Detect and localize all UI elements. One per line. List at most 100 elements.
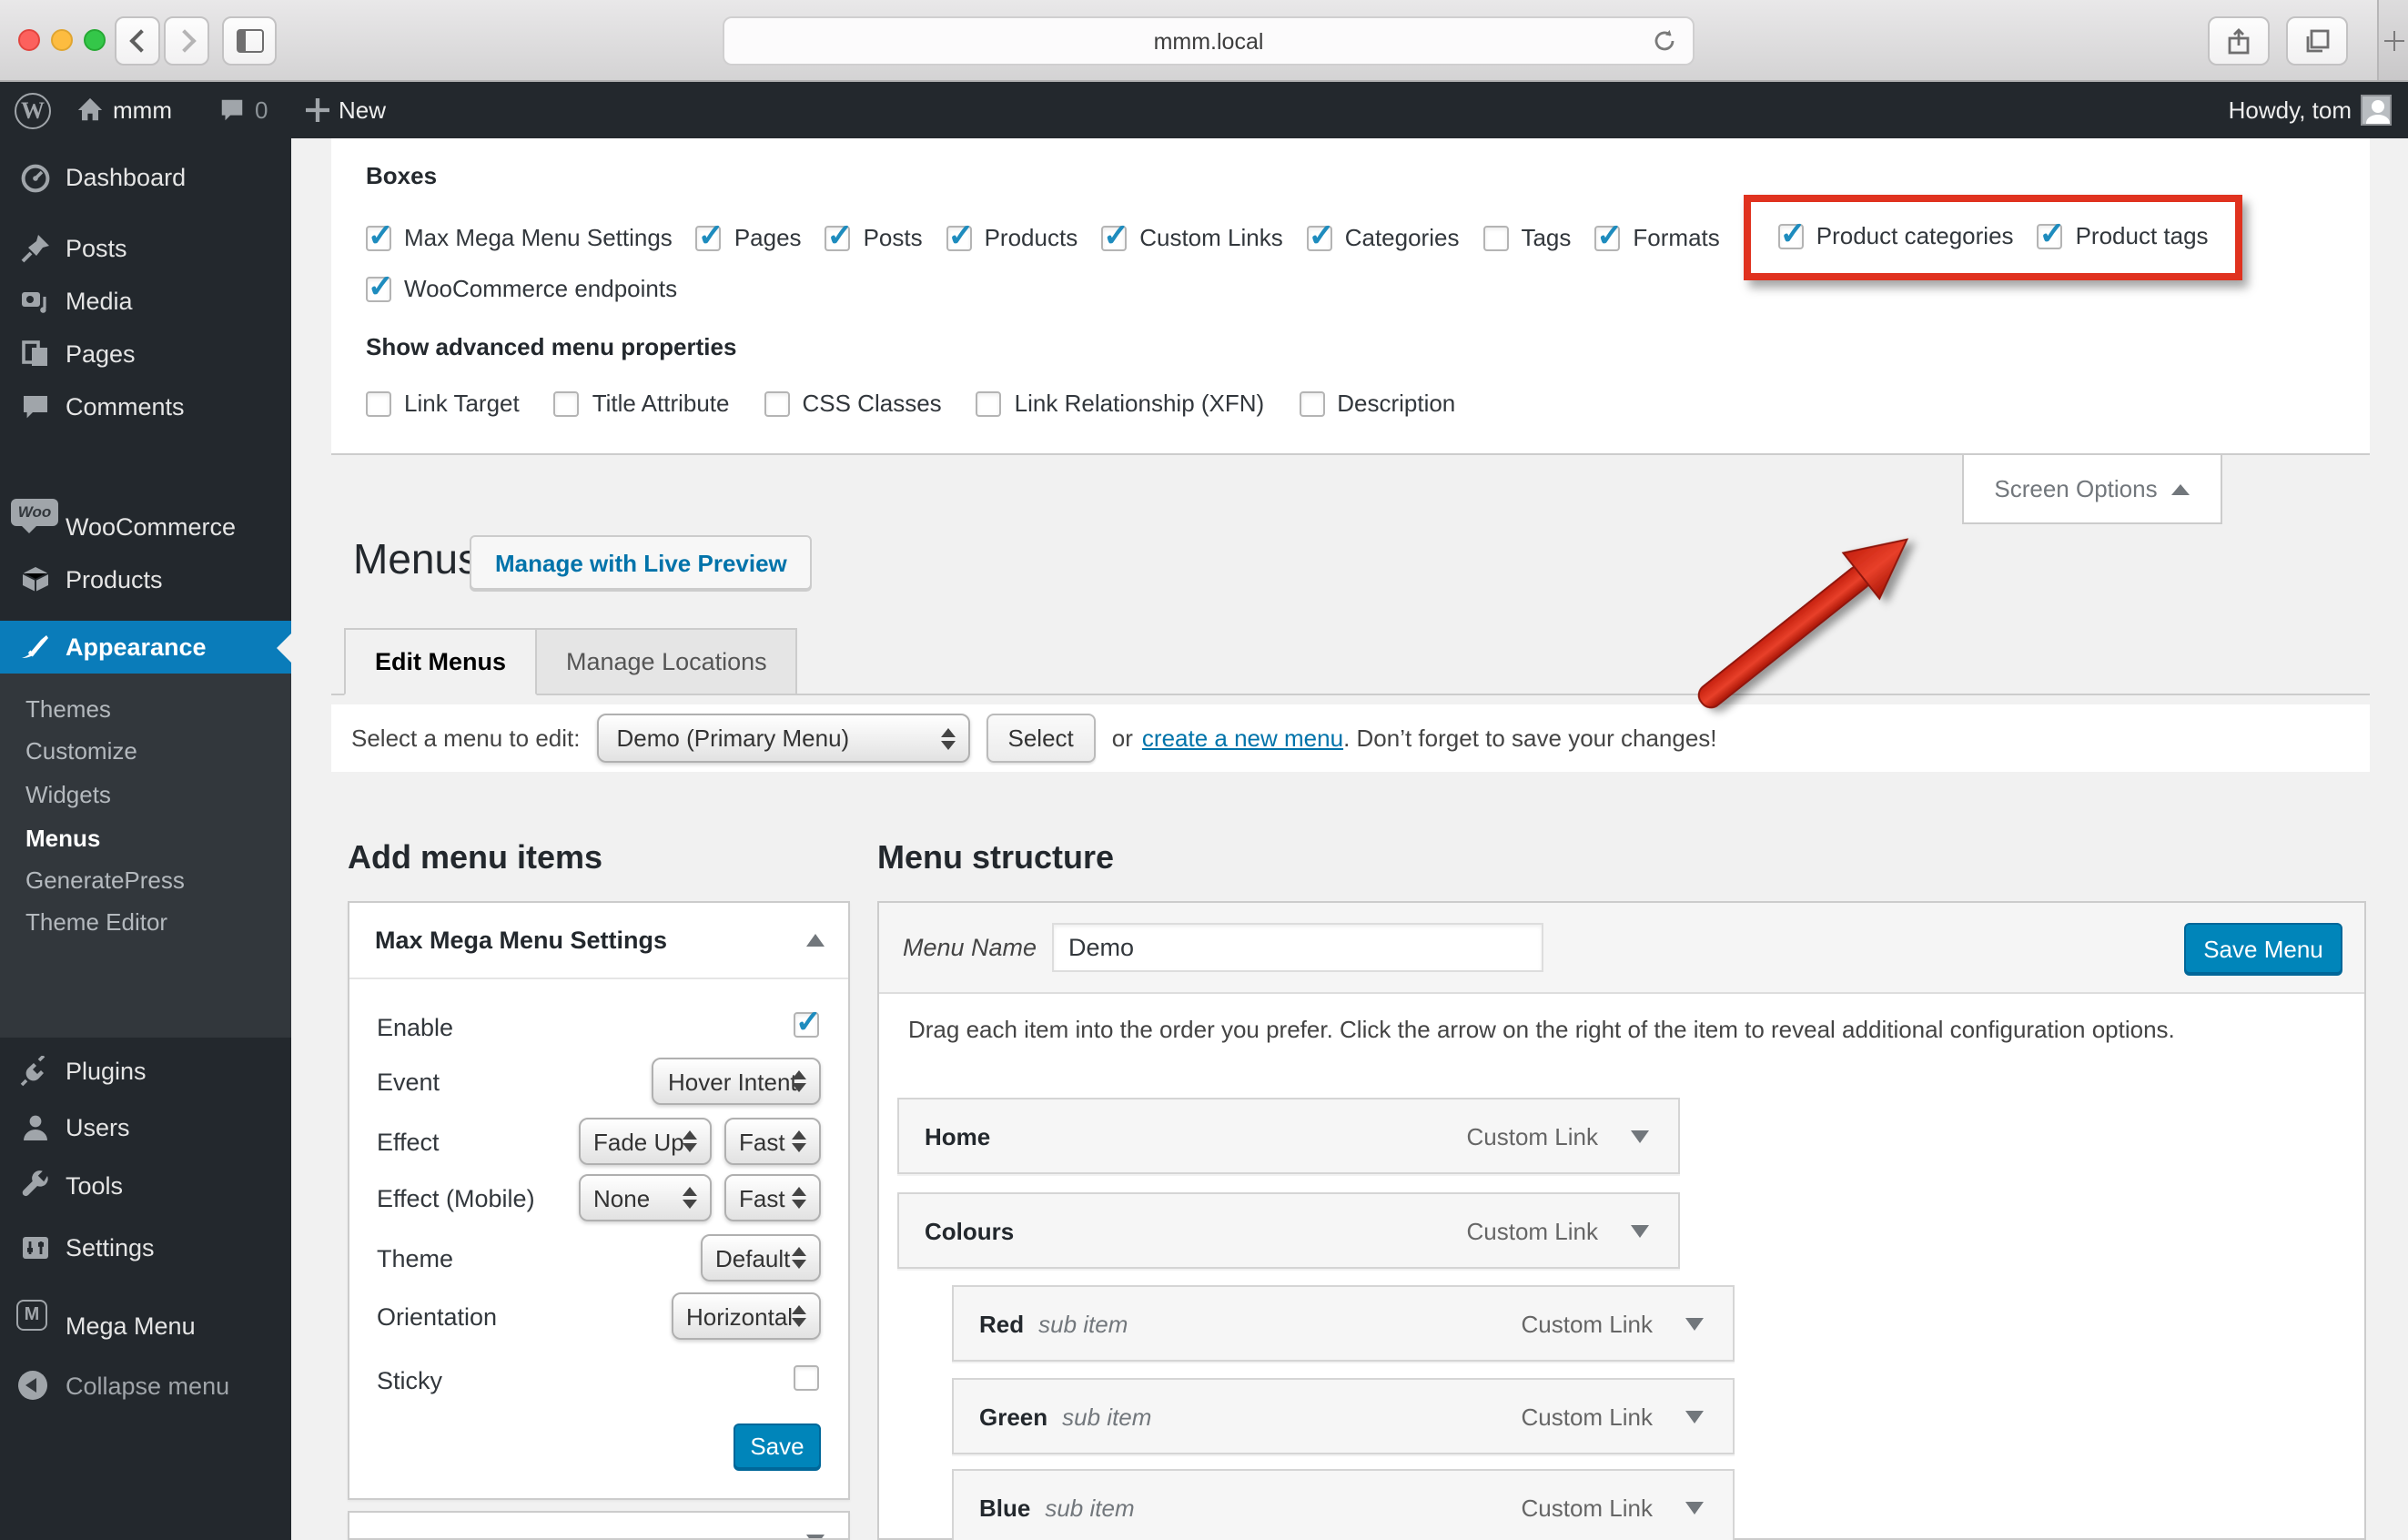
- zoom-window-button[interactable]: [84, 29, 106, 51]
- chevron-down-icon[interactable]: [1685, 1502, 1704, 1515]
- sidebar-item-media[interactable]: Media: [0, 275, 291, 326]
- pages-panel[interactable]: Pages: [348, 1511, 850, 1540]
- forward-button[interactable]: [164, 16, 209, 66]
- create-new-menu-link[interactable]: create a new menu: [1142, 724, 1343, 752]
- sidebar-item-users[interactable]: Users: [0, 1101, 291, 1152]
- address-bar[interactable]: mmm.local: [723, 16, 1695, 66]
- screen-options-tab[interactable]: Screen Options: [1962, 455, 2222, 524]
- comments-menu[interactable]: 0: [218, 82, 268, 138]
- checkbox-icon[interactable]: [2037, 216, 2065, 252]
- checkbox-icon[interactable]: [976, 390, 1002, 416]
- checkbox-icon[interactable]: [366, 218, 394, 254]
- checkbox-icon[interactable]: [1306, 218, 1334, 254]
- sidebar-item-tools[interactable]: Tools: [0, 1160, 291, 1211]
- my-account-menu[interactable]: Howdy, tom: [2229, 82, 2352, 138]
- sidebar-item-comments[interactable]: Comments: [0, 380, 291, 431]
- checkbox-icon[interactable]: [366, 268, 394, 305]
- checkbox-icon[interactable]: [553, 390, 580, 416]
- chevron-down-icon[interactable]: [1685, 1318, 1704, 1331]
- tab-manage-locations[interactable]: Manage Locations: [535, 628, 798, 695]
- checkbox-icon[interactable]: [1594, 218, 1623, 254]
- checkbox-link-relationship[interactable]: Link Relationship (XFN): [976, 390, 1264, 417]
- reload-icon[interactable]: [1651, 27, 1678, 55]
- menu-item-colours[interactable]: Colours Custom Link: [897, 1192, 1680, 1269]
- effect-mobile-speed-select[interactable]: Fast: [724, 1174, 821, 1221]
- checkbox-icon[interactable]: [1482, 225, 1509, 250]
- menu-name-input[interactable]: [1052, 923, 1543, 972]
- sidebar-item-widgets[interactable]: Widgets: [0, 774, 291, 814]
- checkbox-tags[interactable]: Tags: [1482, 224, 1571, 251]
- sidebar-item-woocommerce[interactable]: Woo WooCommerce: [0, 499, 291, 552]
- checkbox-categories[interactable]: Categories: [1306, 218, 1459, 254]
- collapse-menu-button[interactable]: Collapse menu: [0, 1360, 291, 1411]
- checkbox-max-mega-menu-settings[interactable]: Max Mega Menu Settings: [366, 218, 673, 254]
- menu-item-blue[interactable]: Blue sub item Custom Link: [952, 1469, 1735, 1540]
- sidebar-item-pages[interactable]: Pages: [0, 328, 291, 379]
- sidebar-item-theme-editor[interactable]: Theme Editor: [0, 901, 291, 941]
- checkbox-products[interactable]: Products: [946, 218, 1078, 254]
- live-preview-button[interactable]: Manage with Live Preview: [470, 535, 813, 590]
- save-button[interactable]: Save: [734, 1423, 821, 1469]
- chevron-down-icon[interactable]: [1631, 1225, 1649, 1238]
- expand-panel-icon[interactable]: [806, 1535, 825, 1538]
- tab-edit-menus[interactable]: Edit Menus: [344, 628, 538, 695]
- sidebar-item-themes[interactable]: Themes: [0, 688, 291, 728]
- sidebar-item-settings[interactable]: Settings: [0, 1221, 291, 1272]
- sidebar-item-generatepress[interactable]: GeneratePress: [0, 859, 291, 899]
- checkbox-description[interactable]: Description: [1299, 390, 1455, 417]
- checkbox-icon[interactable]: [764, 390, 790, 416]
- minimize-window-button[interactable]: [51, 29, 73, 51]
- sidebar-item-appearance[interactable]: Appearance: [0, 621, 291, 674]
- checkbox-icon[interactable]: [1299, 390, 1325, 416]
- collapse-panel-icon[interactable]: [806, 934, 825, 947]
- checkbox-icon[interactable]: [1101, 218, 1129, 254]
- theme-select[interactable]: Default: [701, 1234, 821, 1282]
- orientation-select[interactable]: Horizontal: [672, 1292, 821, 1340]
- site-menu[interactable]: mmm: [76, 82, 172, 138]
- close-window-button[interactable]: [18, 29, 40, 51]
- share-button[interactable]: [2208, 16, 2270, 66]
- chevron-down-icon[interactable]: [1685, 1411, 1704, 1423]
- back-button[interactable]: [115, 16, 160, 66]
- new-tab-button[interactable]: [2377, 0, 2408, 80]
- wp-logo-menu[interactable]: W: [15, 82, 51, 138]
- checkbox-link-target[interactable]: Link Target: [366, 390, 520, 417]
- sidebar-item-posts[interactable]: Posts: [0, 222, 291, 273]
- checkbox-custom-links[interactable]: Custom Links: [1101, 218, 1283, 254]
- sidebar-item-plugins[interactable]: Plugins: [0, 1045, 291, 1096]
- checkbox-icon[interactable]: [366, 390, 391, 416]
- chevron-down-icon[interactable]: [1631, 1130, 1649, 1143]
- sidebar-item-products[interactable]: Products: [0, 553, 291, 604]
- effect-mobile-select[interactable]: None: [579, 1174, 712, 1221]
- tabs-overview-button[interactable]: [2286, 16, 2348, 66]
- effect-speed-select[interactable]: Fast: [724, 1118, 821, 1165]
- avatar[interactable]: [2361, 95, 2392, 126]
- sidebar-toggle-button[interactable]: [222, 16, 277, 66]
- enable-checkbox[interactable]: [794, 1005, 822, 1041]
- save-menu-button[interactable]: Save Menu: [2184, 923, 2342, 974]
- menu-item-green[interactable]: Green sub item Custom Link: [952, 1378, 1735, 1454]
- checkbox-product-categories[interactable]: Product categories: [1777, 216, 2014, 252]
- checkbox-icon[interactable]: [946, 218, 974, 254]
- menu-item-home[interactable]: Home Custom Link: [897, 1098, 1680, 1174]
- effect-select[interactable]: Fade Up: [579, 1118, 712, 1165]
- checkbox-css-classes[interactable]: CSS Classes: [764, 390, 942, 417]
- menu-select[interactable]: Demo (Primary Menu): [596, 714, 970, 763]
- checkbox-icon[interactable]: [825, 218, 853, 254]
- checkbox-posts[interactable]: Posts: [825, 218, 923, 254]
- checkbox-icon[interactable]: [1777, 216, 1806, 252]
- checkbox-pages[interactable]: Pages: [695, 218, 802, 254]
- sidebar-item-menus[interactable]: Menus: [0, 817, 291, 857]
- checkbox-title-attribute[interactable]: Title Attribute: [553, 390, 730, 417]
- sidebar-item-customize[interactable]: Customize: [0, 730, 291, 770]
- select-button[interactable]: Select: [986, 714, 1096, 763]
- menu-item-red[interactable]: Red sub item Custom Link: [952, 1285, 1735, 1362]
- checkbox-woocommerce-endpoints[interactable]: WooCommerce endpoints: [366, 268, 677, 305]
- checkbox-product-tags[interactable]: Product tags: [2037, 216, 2209, 252]
- event-select[interactable]: Hover Intent: [652, 1058, 821, 1105]
- sidebar-item-dashboard[interactable]: Dashboard: [0, 151, 291, 202]
- checkbox-formats[interactable]: Formats: [1594, 218, 1720, 254]
- checkbox-icon[interactable]: [695, 218, 723, 254]
- new-content-menu[interactable]: New: [306, 82, 386, 138]
- sidebar-item-mega-menu[interactable]: M Mega Menu: [0, 1300, 291, 1351]
